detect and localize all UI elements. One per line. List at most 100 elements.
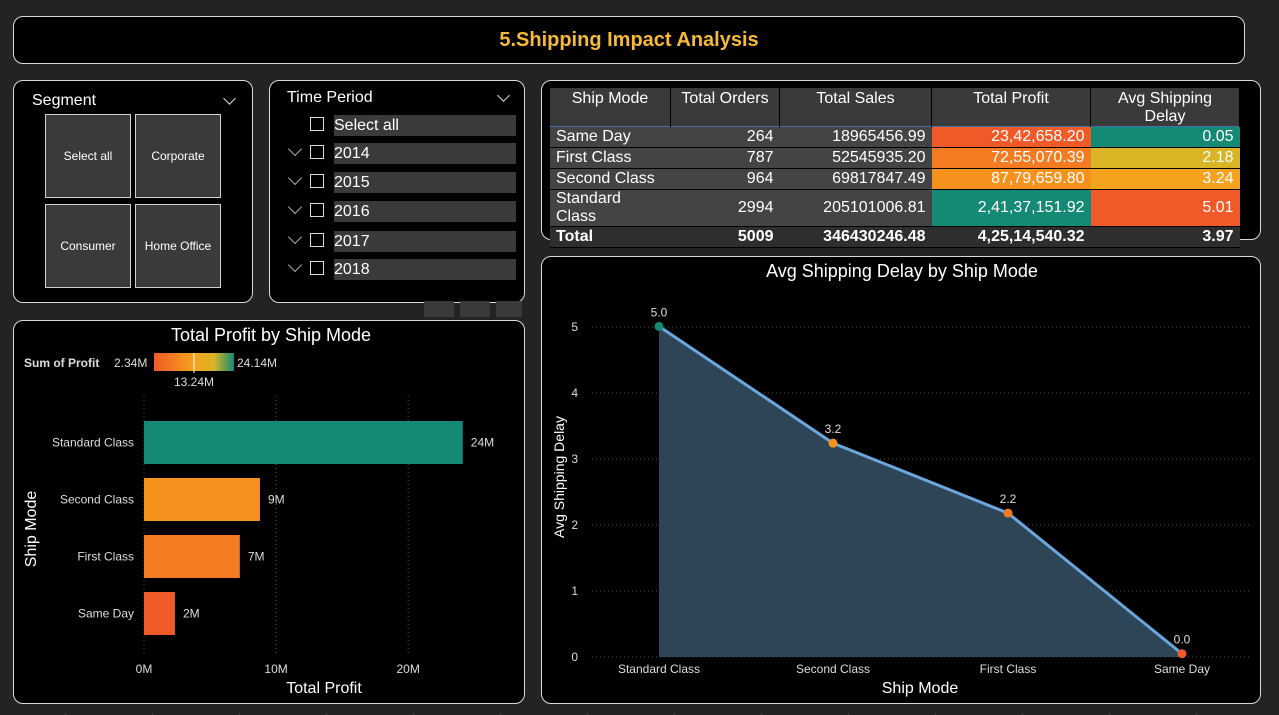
- column-header-total-orders[interactable]: Total Orders: [670, 88, 780, 127]
- time-item-2016[interactable]: 2016: [287, 199, 516, 222]
- data-point: [654, 321, 664, 331]
- bars: Standard Class 24M Second Class 9M First Cla…: [52, 421, 494, 635]
- legend-title: Sum of Profit: [24, 356, 99, 370]
- ship-mode-table-panel: Ship Mode Total Orders Total Sales Total…: [541, 80, 1261, 248]
- x-axis-title: Ship Mode: [882, 680, 959, 697]
- time-item-label: Select all: [334, 117, 399, 134]
- filter-icon[interactable]: [424, 301, 454, 317]
- y-tick-label: 0: [571, 650, 578, 664]
- x-tick-label: First Class: [980, 662, 1037, 676]
- table-row: Second Class 964 69817847.49 87,79,659.8…: [550, 168, 1240, 190]
- bar: [144, 478, 260, 521]
- data-label: 3.2: [825, 422, 842, 436]
- chevron-expand-icon[interactable]: [287, 257, 303, 273]
- table-row: Same Day 264 18965456.99 23,42,658.20 0.…: [550, 126, 1240, 148]
- time-item-label: 2016: [334, 203, 370, 220]
- more-options-icon[interactable]: [496, 301, 522, 317]
- y-axis-title: Ship Mode: [23, 491, 40, 568]
- ship-mode-table: Ship Mode Total Orders Total Sales Total…: [550, 88, 1240, 248]
- column-header-avg-shipping-delay[interactable]: Avg Shipping Delay: [1090, 88, 1240, 127]
- column-header-total-profit[interactable]: Total Profit: [931, 88, 1091, 127]
- data-point: [828, 438, 838, 448]
- x-tick-label: 20M: [396, 662, 419, 676]
- cell-total-profit: 87,79,659.80: [931, 168, 1091, 190]
- y-tick-label: 3: [571, 452, 578, 466]
- cell-avg-shipping-delay: 3.97: [1090, 226, 1240, 248]
- chevron-down-icon[interactable]: [223, 92, 236, 105]
- column-header-ship-mode[interactable]: Ship Mode: [550, 88, 671, 127]
- time-item-2017[interactable]: 2017: [287, 229, 516, 252]
- data-label: 2.2: [1000, 492, 1017, 506]
- time-item-select-all[interactable]: Select all: [310, 115, 516, 136]
- segment-tile-home-office[interactable]: Home Office: [135, 204, 221, 288]
- cell-total-label: Total: [550, 226, 671, 248]
- segment-tile-select-all[interactable]: Select all: [45, 114, 131, 198]
- time-item-2014[interactable]: 2014: [287, 141, 516, 164]
- table-total-row: Total 5009 346430246.48 4,25,14,540.32 3…: [550, 226, 1240, 248]
- data-point: [1177, 649, 1187, 659]
- chart-title: Avg Shipping Delay by Ship Mode: [766, 261, 1038, 281]
- legend-max-label: 24.14M: [237, 356, 277, 370]
- cell-total-profit: 4,25,14,540.32: [931, 226, 1091, 248]
- data-label: 0.0: [1174, 633, 1191, 647]
- y-tick-label: 2: [571, 518, 578, 532]
- shipping-delay-area-chart-panel: Avg Shipping Delay by Ship Mode 0 1 2 3 4 5 5…: [541, 256, 1261, 704]
- checkbox[interactable]: [310, 117, 324, 131]
- category-label: First Class: [77, 550, 134, 564]
- time-period-slicer: Time Period Select all 2014 2015 2016 20…: [269, 80, 525, 303]
- column-header-total-sales[interactable]: Total Sales: [779, 88, 932, 127]
- profit-bar-chart: Total Profit by Ship Mode Sum of Profit …: [23, 325, 494, 697]
- segment-tile-consumer[interactable]: Consumer: [45, 204, 131, 288]
- checkbox[interactable]: [310, 261, 324, 275]
- category-label: Standard Class: [52, 436, 134, 450]
- x-tick-label: Same Day: [1154, 662, 1210, 676]
- x-tick-label: 10M: [264, 662, 287, 676]
- chevron-down-icon[interactable]: [497, 89, 510, 102]
- bar: [144, 421, 463, 464]
- area-fill: [659, 326, 1182, 657]
- segment-tile-corporate[interactable]: Corporate: [135, 114, 221, 198]
- cell-avg-shipping-delay: 2.18: [1090, 147, 1240, 169]
- chevron-expand-icon[interactable]: [287, 199, 303, 215]
- category-label: Second Class: [60, 493, 134, 507]
- y-axis-title: Avg Shipping Delay: [551, 416, 567, 538]
- focus-mode-icon[interactable]: [460, 301, 490, 317]
- column-header-label: Avg Shipping Delay: [1118, 90, 1212, 125]
- segment-slicer: Segment Select all Corporate Consumer Ho…: [13, 80, 253, 303]
- checkbox[interactable]: [310, 174, 324, 188]
- cell-avg-shipping-delay: 3.24: [1090, 168, 1240, 190]
- segment-title: Segment: [32, 92, 97, 109]
- chevron-expand-icon[interactable]: [287, 170, 303, 186]
- cell-total-orders: 264: [670, 126, 780, 148]
- category-label: Same Day: [78, 607, 134, 621]
- cell-avg-shipping-delay: 5.01: [1090, 189, 1240, 227]
- data-label: 24M: [471, 436, 494, 450]
- legend-min-label: 2.34M: [114, 356, 147, 370]
- cell-total-orders: 2994: [670, 189, 780, 227]
- checkbox[interactable]: [310, 233, 324, 247]
- time-item-label: 2015: [334, 174, 370, 191]
- chart-title: Total Profit by Ship Mode: [171, 325, 371, 345]
- time-item-2015[interactable]: 2015: [287, 170, 516, 193]
- time-period-title: Time Period: [287, 89, 373, 106]
- checkbox[interactable]: [310, 145, 324, 159]
- data-label: 7M: [248, 550, 265, 564]
- chevron-expand-icon[interactable]: [287, 229, 303, 245]
- cell-total-sales: 18965456.99: [779, 126, 932, 148]
- data-label: 9M: [268, 493, 285, 507]
- cell-avg-shipping-delay: 0.05: [1090, 126, 1240, 148]
- data-point: [1003, 508, 1013, 518]
- title-bar: 5.Shipping Impact Analysis: [13, 16, 1245, 64]
- cell-total-sales: 52545935.20: [779, 147, 932, 169]
- data-label: 2M: [183, 607, 200, 621]
- checkbox[interactable]: [310, 203, 324, 217]
- chevron-expand-icon[interactable]: [287, 141, 303, 157]
- cell-ship-mode: Same Day: [550, 126, 671, 148]
- table-row: Standard Class 2994 205101006.81 2,41,37…: [550, 189, 1240, 227]
- x-tick-label: 0M: [136, 662, 153, 676]
- time-item-2018[interactable]: 2018: [287, 257, 516, 280]
- cell-total-orders: 964: [670, 168, 780, 190]
- cell-total-orders: 787: [670, 147, 780, 169]
- bar: [144, 592, 175, 635]
- x-tick-label: Standard Class: [618, 662, 700, 676]
